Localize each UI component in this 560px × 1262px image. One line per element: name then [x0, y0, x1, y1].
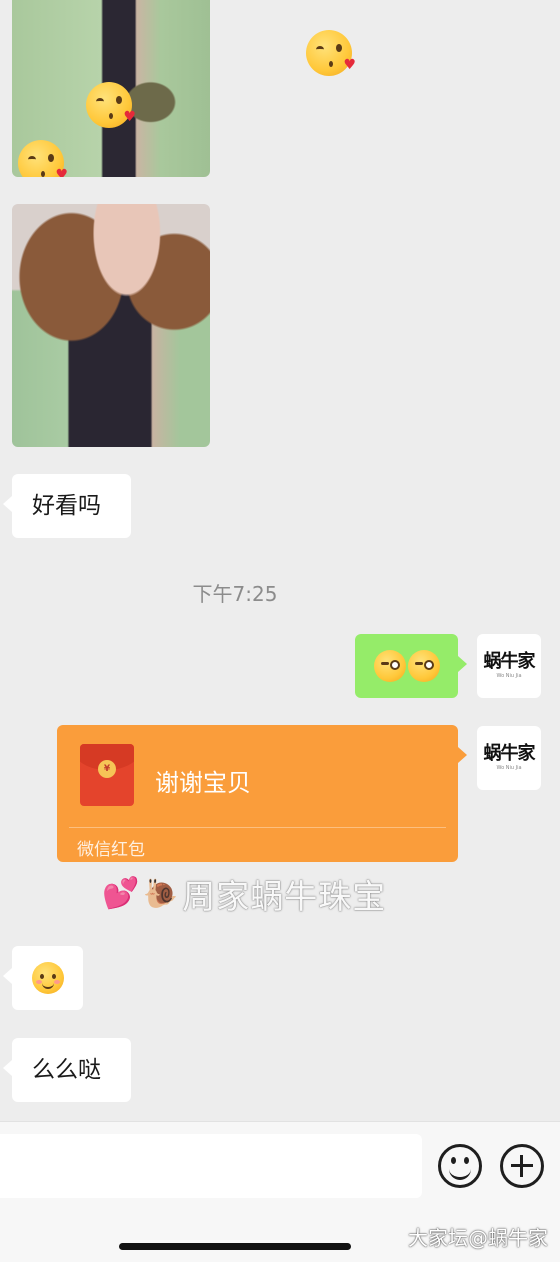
received-message-bubble[interactable] — [3, 946, 83, 1010]
coin-icon: ¥ — [98, 760, 116, 778]
message-text: 么么哒 — [32, 1056, 101, 1083]
received-message-bubble[interactable]: 好看吗 — [3, 474, 131, 538]
plus-circle-icon[interactable] — [500, 1144, 544, 1188]
kiss-emoji-icon: ♥ — [86, 82, 136, 128]
avatar-logo: 蜗牛家 — [483, 743, 536, 764]
message-input[interactable] — [0, 1134, 422, 1198]
avatar-tagline: Wo Niu Jia — [496, 673, 522, 679]
watermark: 💕 🐌 周家蜗牛珠宝 — [102, 872, 386, 916]
hearts-icon: 💕 — [102, 876, 140, 911]
shared-photo-2[interactable] — [12, 204, 210, 447]
avatar[interactable]: 蜗牛家 Wo Niu Jia — [477, 634, 541, 698]
red-envelope-icon: ¥ — [80, 744, 134, 806]
red-packet-title: 谢谢宝贝 — [155, 769, 251, 797]
smile-face-icon[interactable] — [438, 1144, 482, 1188]
site-watermark: 大家坛@蜗牛家 — [408, 1226, 548, 1250]
avatar-tagline: Wo Niu Jia — [496, 765, 522, 771]
received-message-bubble[interactable]: 么么哒 — [3, 1038, 131, 1102]
snail-icon: 🐌 — [143, 877, 179, 910]
shared-photo-1[interactable]: ♥ ♥ — [12, 0, 210, 177]
avatar[interactable]: 蜗牛家 Wo Niu Jia — [477, 726, 541, 790]
message-timestamp: 下午7:25 — [192, 582, 278, 606]
sent-message-bubble[interactable] — [355, 634, 467, 698]
smiling-face-icon — [31, 962, 64, 994]
kiss-emoji-icon: ♥ — [18, 140, 68, 177]
home-indicator[interactable] — [119, 1243, 351, 1250]
divider — [69, 827, 446, 828]
avatar-logo: 蜗牛家 — [483, 651, 536, 672]
message-text: 好看吗 — [32, 492, 101, 519]
watermark-text: 周家蜗牛珠宝 — [182, 877, 387, 916]
kiss-emoji-icon: ♥ — [306, 30, 356, 76]
red-packet-card[interactable]: ¥ 谢谢宝贝 微信红包 — [57, 725, 467, 862]
winking-face-icon — [373, 650, 406, 682]
red-packet-label: 微信红包 — [77, 840, 145, 860]
winking-face-icon — [407, 650, 440, 682]
